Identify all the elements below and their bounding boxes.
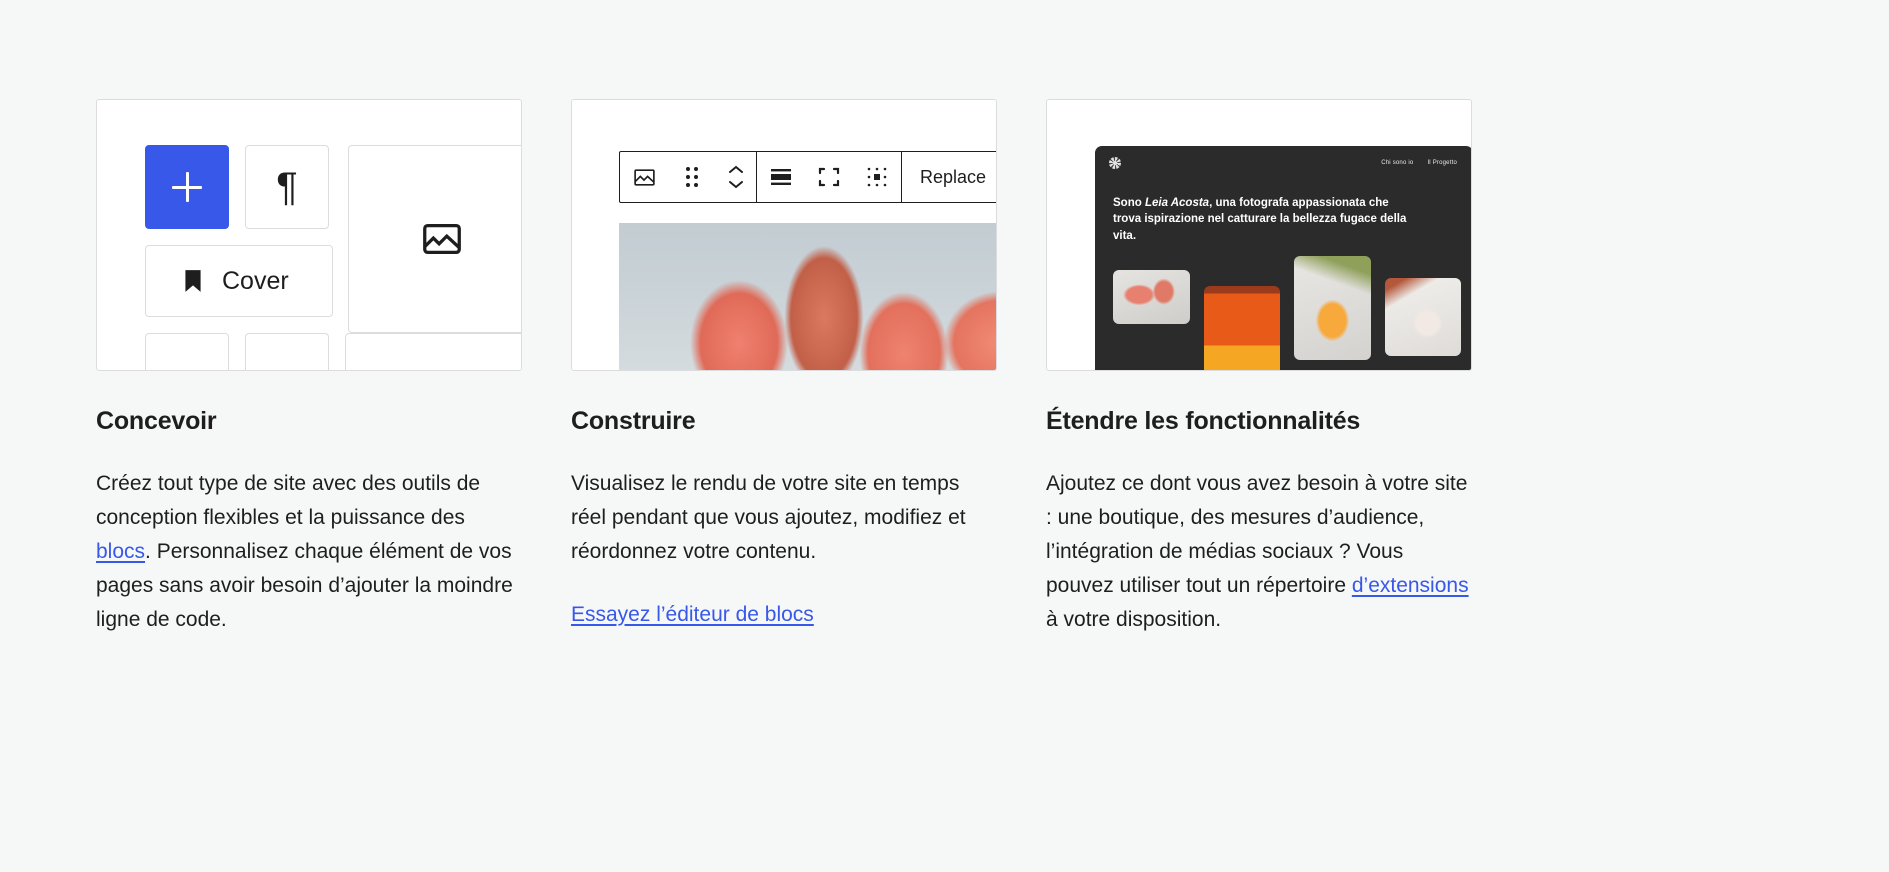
body-text-part-2: à votre disposition.	[1046, 607, 1222, 631]
feature-column-design: ¶ Cover Concevoir Créez tout type de sit…	[96, 99, 522, 637]
nav-item-il-progetto[interactable]: Il Progetto	[1427, 160, 1457, 166]
toolbar-group-replace: Replace	[901, 152, 996, 202]
editor-mock: Replace	[572, 100, 996, 370]
paragraph-icon: ¶	[276, 165, 298, 209]
crop-icon	[867, 167, 887, 187]
block-inserter-illustration: ¶ Cover	[96, 99, 522, 371]
site-preview-illustration: Chi sono io Il Progetto Sono Leia Acosta…	[1046, 99, 1472, 371]
site-logo-icon	[1109, 157, 1121, 169]
block-editor-illustration: Replace	[571, 99, 997, 371]
move-block-buttons[interactable]	[716, 152, 756, 202]
welcome-panel: ¶ Cover Concevoir Créez tout type de sit…	[0, 0, 1889, 872]
flower-image	[619, 223, 996, 370]
drag-handle-button[interactable]	[668, 152, 716, 202]
full-width-button[interactable]	[805, 152, 853, 202]
image-icon	[633, 168, 655, 186]
cover-block-tile[interactable]: Cover	[145, 245, 333, 317]
photo-thumbnail	[1384, 278, 1461, 356]
inserter-tile-partial-c[interactable]	[345, 333, 521, 370]
align-icon	[771, 169, 791, 185]
image-icon	[423, 223, 461, 255]
paragraph-block-tile[interactable]: ¶	[245, 145, 329, 229]
inserter-tile-partial-a[interactable]	[145, 333, 229, 370]
inserter-row-top: ¶	[145, 145, 333, 229]
chevron-down-icon	[729, 181, 743, 189]
crop-button[interactable]	[853, 152, 901, 202]
preview-photo-grid	[1113, 256, 1461, 370]
body-text-part-2: . Personnalisez chaque élément de vos pa…	[96, 539, 513, 631]
photo-thumbnail	[1294, 256, 1371, 360]
chevron-up-icon	[729, 165, 743, 173]
blocks-link[interactable]: blocs	[96, 540, 145, 563]
photo-thumbnail	[1113, 270, 1190, 324]
plus-icon	[172, 172, 202, 202]
preview-lead-text: Sono Leia Acosta, una fotografa appassio…	[1113, 195, 1413, 244]
photo-thumbnail	[1203, 286, 1280, 370]
toolbar-group-block	[620, 152, 756, 202]
body-text-part-1: Créez tout type de site avec des outils …	[96, 471, 481, 529]
plugins-link[interactable]: d’extensions	[1352, 574, 1469, 597]
add-block-button[interactable]	[145, 145, 229, 229]
feature-column-extend: Chi sono io Il Progetto Sono Leia Acosta…	[1046, 99, 1472, 637]
fullscreen-icon	[818, 167, 840, 187]
inserter-row-bottom	[145, 333, 521, 370]
try-block-editor-link[interactable]: Essayez l’éditeur de blocs	[571, 598, 814, 632]
preview-site-header: Chi sono io Il Progetto	[1095, 146, 1471, 169]
column-body-extend: Ajoutez ce dont vous avez besoin à votre…	[1046, 467, 1472, 637]
lead-prefix: Sono	[1113, 197, 1145, 209]
drag-handle-icon	[686, 167, 698, 187]
preview-site-nav: Chi sono io Il Progetto	[1381, 160, 1457, 166]
replace-button[interactable]: Replace	[902, 152, 996, 202]
lead-name: Leia Acosta	[1144, 197, 1210, 209]
image-block-switcher-button[interactable]	[620, 152, 668, 202]
inserter-tile-partial-b[interactable]	[245, 333, 329, 370]
block-toolbar: Replace	[619, 151, 996, 203]
column-heading-build: Construire	[571, 407, 696, 435]
image-block-tile[interactable]	[348, 145, 521, 333]
bookmark-icon	[185, 270, 201, 292]
feature-column-build: Replace Construire Visualisez le rendu d…	[571, 99, 997, 637]
inserter-tiles: ¶ Cover	[145, 145, 333, 317]
dark-site-preview: Chi sono io Il Progetto Sono Leia Acosta…	[1095, 146, 1471, 370]
toolbar-group-align	[756, 152, 901, 202]
column-heading-extend: Étendre les fonctionnalités	[1046, 407, 1361, 435]
align-button[interactable]	[757, 152, 805, 202]
feature-columns: ¶ Cover Concevoir Créez tout type de sit…	[96, 99, 1794, 637]
nav-item-chi-sono-io[interactable]: Chi sono io	[1381, 160, 1413, 166]
column-body-design: Créez tout type de site avec des outils …	[96, 467, 522, 637]
column-body-build: Visualisez le rendu de votre site en tem…	[571, 471, 966, 563]
column-heading-design: Concevoir	[96, 407, 217, 435]
cover-block-label: Cover	[222, 266, 289, 295]
